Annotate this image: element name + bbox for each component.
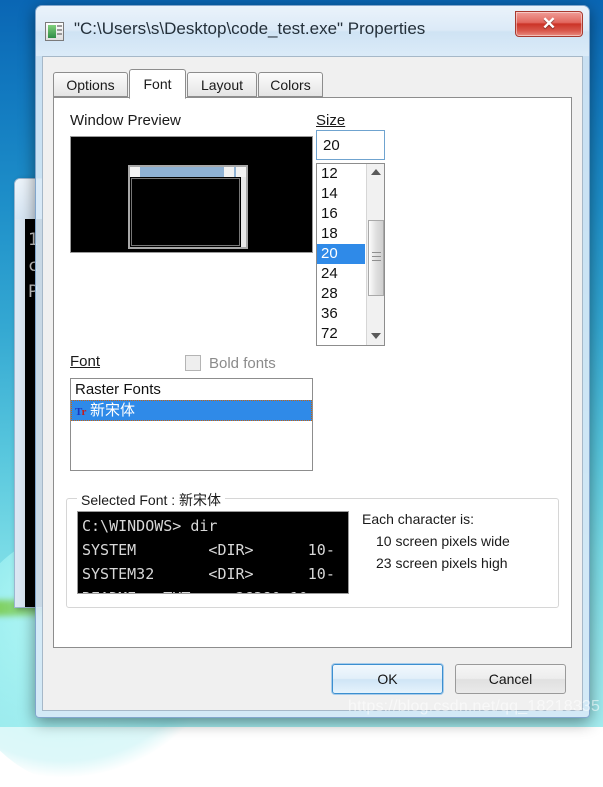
scrollbar-thumb[interactable] (368, 220, 384, 296)
size-option-18[interactable]: 18 (317, 224, 365, 244)
window-preview-mini-titlebar (130, 167, 246, 177)
size-option-16[interactable]: 16 (317, 204, 365, 224)
mini-window-minimize-button (224, 167, 234, 177)
dialog-title: "C:\Users\s\Desktop\code_test.exe" Prope… (74, 19, 425, 39)
window-preview-label: Window Preview (70, 112, 181, 129)
tab-font[interactable]: Font (129, 69, 186, 99)
console-preview-line-4: README TXT 26380 10- (82, 589, 317, 594)
size-input[interactable] (316, 130, 385, 160)
character-height-text: 23 screen pixels high (376, 555, 510, 571)
tab-options[interactable]: Options (53, 72, 128, 97)
mini-window-close-button (236, 167, 246, 177)
font-option-simsun-label: 新宋体 (90, 402, 135, 419)
size-option-14[interactable]: 14 (317, 184, 365, 204)
size-listbox[interactable]: 12 14 16 18 20 24 28 36 72 (316, 163, 385, 346)
cancel-button[interactable]: Cancel (455, 664, 566, 694)
selected-font-group-title: Selected Font : 新宋体 (77, 490, 225, 510)
size-list-scrollbar[interactable] (366, 164, 384, 345)
console-preview-line-3: SYSTEM32 <DIR> 10- (82, 565, 335, 583)
console-preview-line-1: C:\WINDOWS> dir (82, 517, 217, 535)
window-preview (70, 136, 313, 253)
dialog-titlebar[interactable]: "C:\Users\s\Desktop\code_test.exe" Prope… (36, 6, 589, 56)
font-label: Font (70, 353, 100, 370)
size-label-text: Size (316, 112, 345, 129)
console-icon-lines (57, 25, 62, 38)
character-metrics: Each character is: 10 screen pixels wide… (362, 511, 510, 577)
size-option-28[interactable]: 28 (317, 284, 365, 304)
size-option-36[interactable]: 36 (317, 304, 365, 324)
close-button[interactable]: ✕ (515, 11, 583, 37)
tab-colors[interactable]: Colors (258, 72, 323, 97)
size-option-24[interactable]: 24 (317, 264, 365, 284)
font-tab-page: Window Preview Size 12 14 (53, 97, 572, 648)
font-listbox[interactable]: Raster Fonts Tr新宋体 (70, 378, 313, 471)
size-option-20[interactable]: 20 (317, 244, 365, 264)
mini-window-client (131, 178, 240, 246)
watermark: https://blog.csdn.net/qq_18218335 (348, 698, 600, 716)
mini-window-scrollbar (241, 177, 246, 247)
font-option-simsun[interactable]: Tr新宋体 (71, 400, 312, 421)
bold-fonts-label: Bold fonts (209, 355, 276, 372)
character-width-text: 10 screen pixels wide (376, 533, 510, 549)
font-option-raster-fonts[interactable]: Raster Fonts (71, 379, 312, 400)
console-preview-line-2: SYSTEM <DIR> 10- (82, 541, 335, 559)
selected-font-group: Selected Font : 新宋体 C:\WINDOWS> dir SYST… (66, 498, 559, 608)
size-option-container: 12 14 16 18 20 24 28 36 72 (317, 164, 365, 344)
window-preview-mini-window (128, 165, 248, 249)
dialog-client-area: Options Font Layout Colors Window Previe… (42, 56, 583, 711)
scrollbar-grip-icon (372, 252, 381, 263)
properties-dialog: "C:\Users\s\Desktop\code_test.exe" Prope… (35, 5, 590, 718)
console-properties-icon (45, 22, 64, 41)
font-label-text: Font (70, 353, 100, 370)
mini-window-system-button (130, 167, 140, 177)
size-option-12[interactable]: 12 (317, 164, 365, 184)
ok-button[interactable]: OK (332, 664, 443, 694)
console-font-preview: C:\WINDOWS> dir SYSTEM <DIR> 10- SYSTEM3… (77, 511, 349, 594)
character-metrics-heading: Each character is: (362, 511, 510, 527)
tab-layout[interactable]: Layout (187, 72, 257, 97)
size-label: Size (316, 112, 345, 129)
truetype-icon: Tr (75, 402, 90, 423)
close-icon: ✕ (516, 14, 582, 34)
console-icon-screen (48, 25, 56, 38)
bold-fonts-checkbox[interactable] (185, 355, 201, 371)
font-option-raster-fonts-label: Raster Fonts (75, 381, 161, 398)
scroll-down-arrow-icon[interactable] (367, 327, 385, 345)
scroll-up-arrow-icon[interactable] (367, 164, 385, 182)
size-option-72[interactable]: 72 (317, 324, 365, 344)
